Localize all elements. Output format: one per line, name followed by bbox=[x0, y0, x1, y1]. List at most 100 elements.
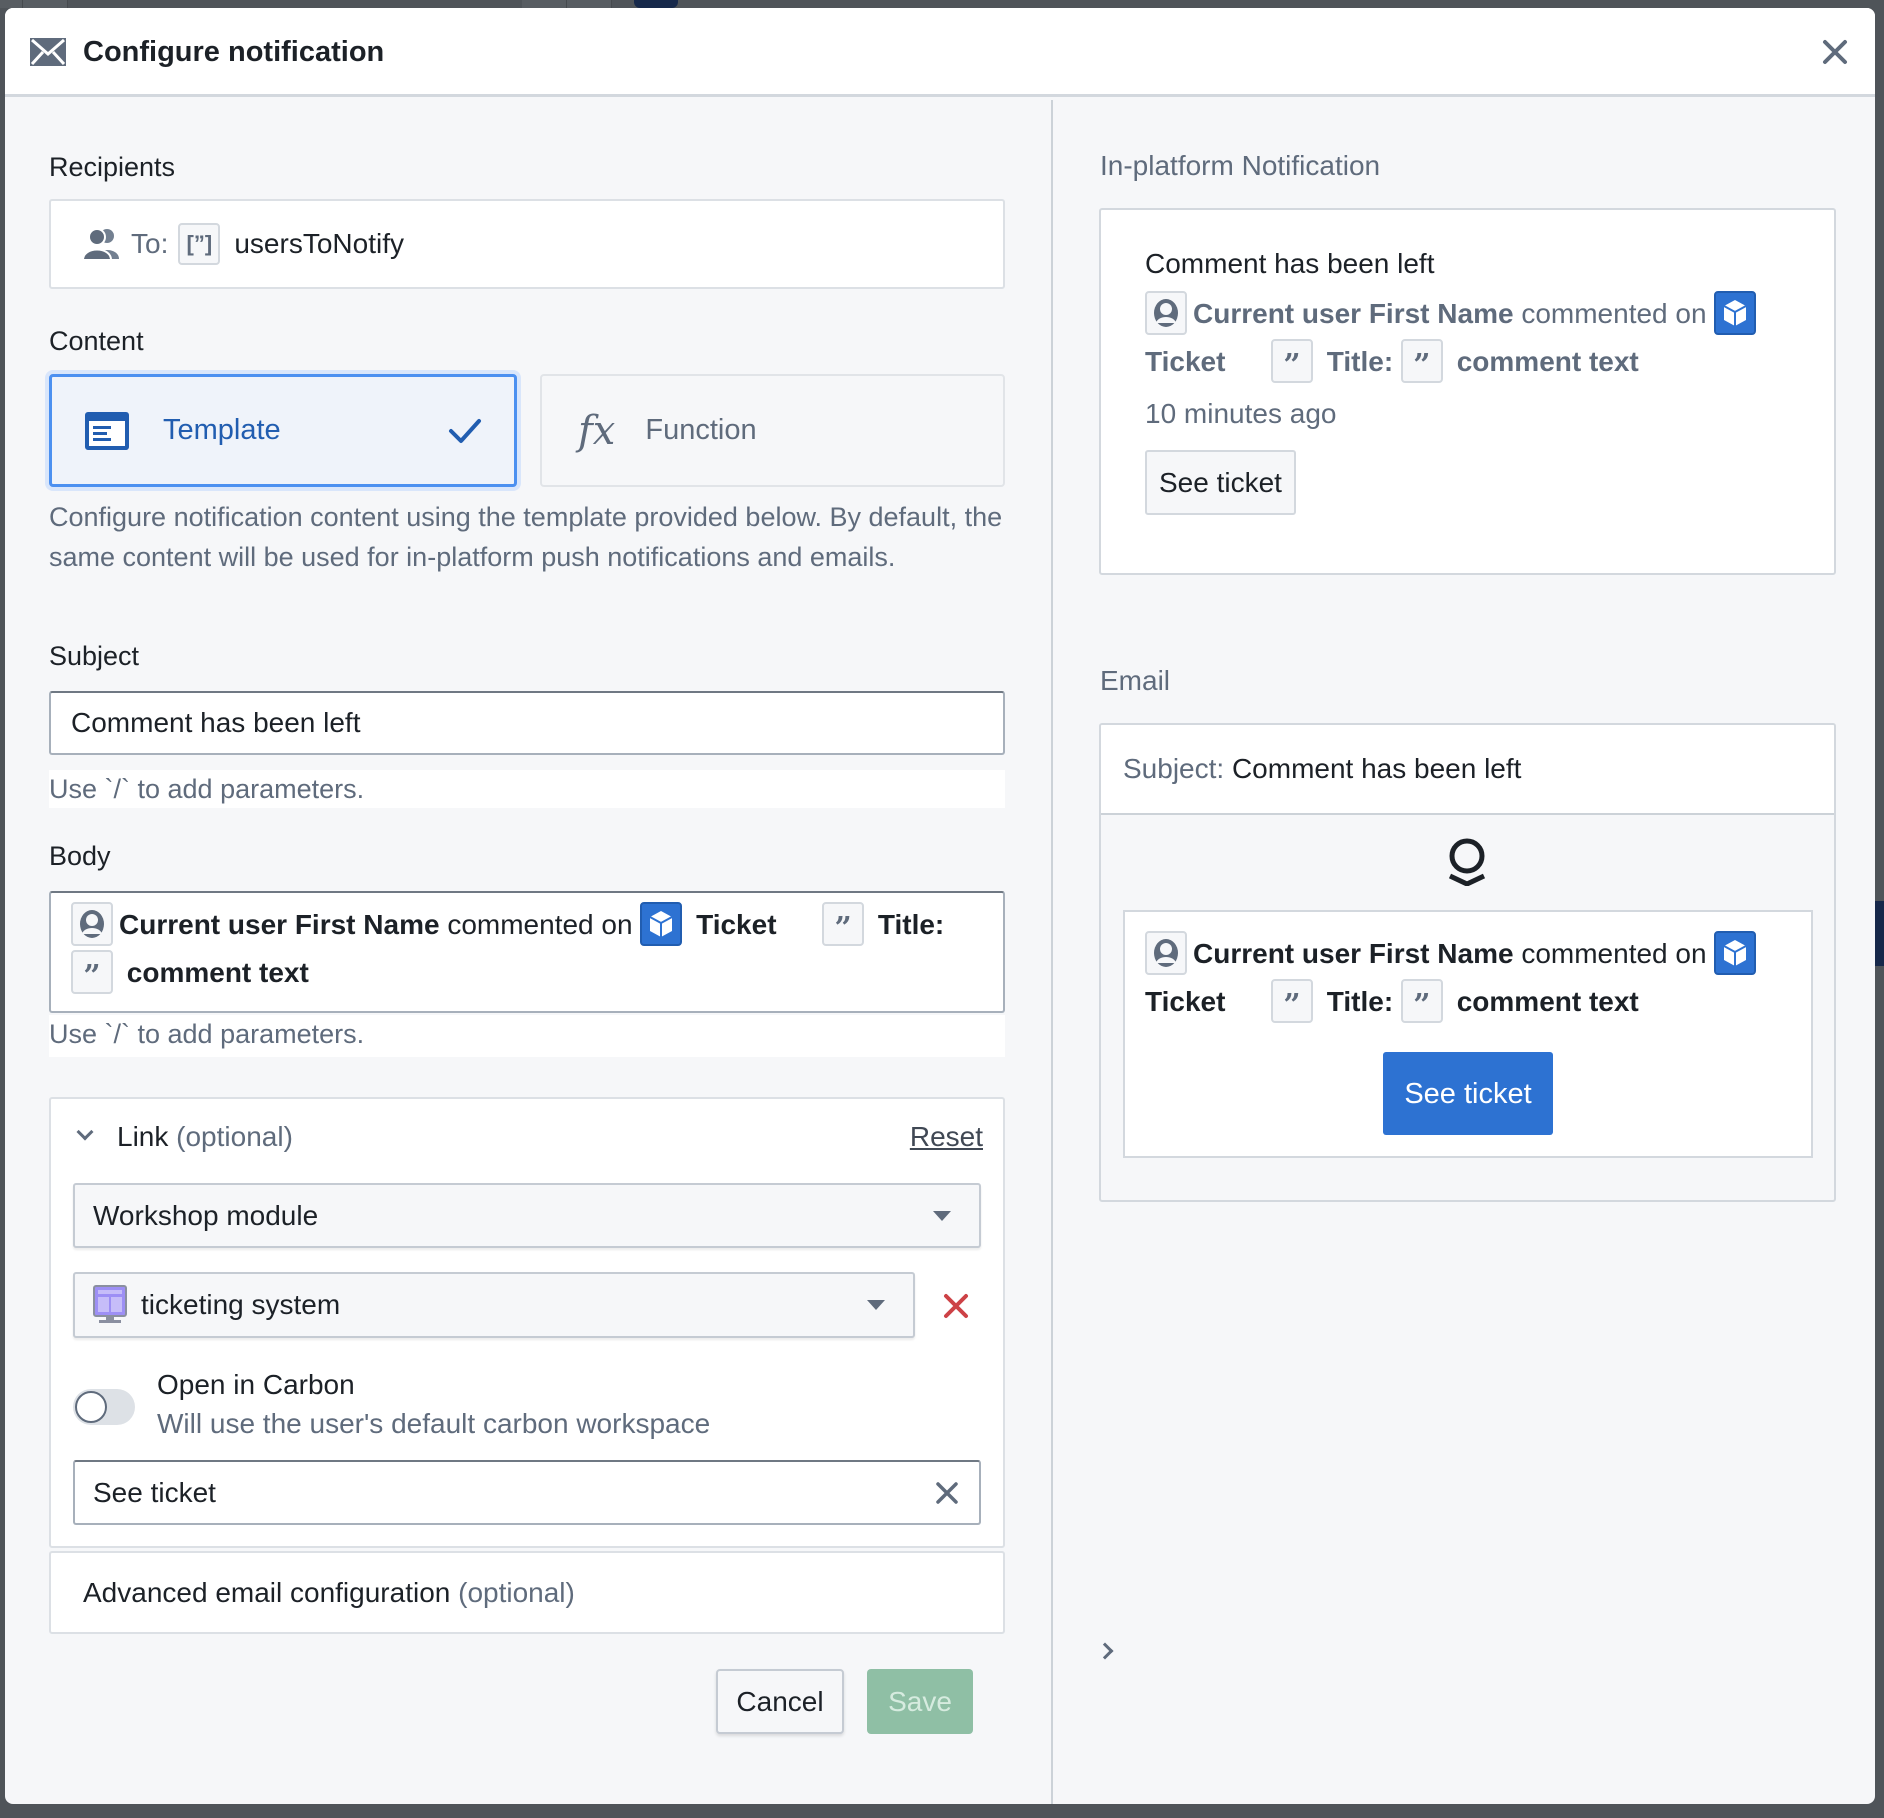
body-commented-on: commented on bbox=[447, 909, 633, 940]
preview-panel: In-platform Notification Comment has bee… bbox=[1053, 100, 1875, 1804]
email-subject-label: Subject: bbox=[1123, 753, 1225, 784]
preview-body: Current user First Name commented on Tic… bbox=[1145, 290, 1790, 386]
link-label: Link bbox=[117, 1121, 169, 1152]
quote-icon: ” bbox=[1400, 978, 1443, 1023]
background-active-tab bbox=[634, 0, 678, 8]
cube-icon bbox=[1714, 290, 1757, 335]
remove-module-icon[interactable] bbox=[943, 1293, 969, 1319]
background-tab bbox=[567, 0, 612, 8]
email-comment-token: comment text bbox=[1456, 986, 1639, 1017]
preview-user-token: Current user First Name bbox=[1193, 298, 1514, 329]
email-subject-row: Subject: Comment has been left bbox=[1101, 725, 1834, 815]
email-user-token: Current user First Name bbox=[1193, 938, 1514, 969]
quote-icon: ” bbox=[71, 949, 113, 994]
configure-notification-dialog: Configure notification Recipients To: [”… bbox=[5, 8, 1875, 1804]
background-tab bbox=[522, 0, 567, 8]
preview-comment-token: comment text bbox=[1456, 346, 1639, 377]
email-preview: Subject: Comment has been left Current u… bbox=[1099, 723, 1836, 1202]
quote-icon: ” bbox=[822, 901, 865, 946]
in-platform-label: In-platform Notification bbox=[1100, 150, 1381, 181]
content-label: Content bbox=[49, 326, 144, 356]
caret-down-icon bbox=[933, 1210, 951, 1221]
body-hint: Use `/` to add parameters. bbox=[49, 1015, 1005, 1057]
background-accent bbox=[1875, 901, 1884, 966]
subject-input[interactable]: Comment has been left bbox=[49, 691, 1005, 755]
body-user-token: Current user First Name bbox=[119, 909, 440, 940]
save-button[interactable]: Save bbox=[867, 1669, 973, 1734]
chevron-down-icon[interactable] bbox=[76, 1123, 94, 1141]
reset-link[interactable]: Reset bbox=[910, 1121, 983, 1153]
link-type-value: Workshop module bbox=[93, 1199, 319, 1231]
cancel-button[interactable]: Cancel bbox=[716, 1669, 844, 1734]
envelope-icon bbox=[30, 38, 66, 66]
link-section: Link (optional) Reset Workshop module ti… bbox=[49, 1097, 1005, 1548]
email-label: Email bbox=[1100, 665, 1171, 696]
advanced-label: Advanced email configuration bbox=[83, 1576, 451, 1608]
recipients-value: usersToNotify bbox=[234, 228, 404, 259]
config-panel: Recipients To: [”] usersToNotify Content bbox=[5, 100, 1114, 1804]
email-title-token: Title: bbox=[1326, 986, 1394, 1017]
email-subject-value: Comment has been left bbox=[1231, 753, 1522, 784]
close-icon[interactable] bbox=[1820, 37, 1850, 67]
to-label: To: bbox=[131, 228, 169, 259]
quote-icon: ” bbox=[1270, 978, 1313, 1023]
email-see-ticket-button[interactable]: See ticket bbox=[1383, 1052, 1553, 1135]
module-value: ticketing system bbox=[141, 1289, 341, 1320]
variable-icon: [”] bbox=[178, 223, 221, 265]
content-option-template[interactable]: Template bbox=[49, 374, 517, 487]
clear-icon[interactable] bbox=[935, 1481, 959, 1505]
workshop-module-icon bbox=[93, 1285, 127, 1323]
subject-label: Subject bbox=[49, 641, 140, 671]
content-description: Configure notification content using the… bbox=[49, 502, 1003, 572]
check-icon bbox=[449, 418, 481, 443]
open-in-carbon-description: Will use the user's default carbon works… bbox=[157, 1408, 711, 1439]
recipients-label: Recipients bbox=[49, 152, 176, 182]
cube-icon bbox=[640, 901, 683, 946]
caret-down-icon bbox=[867, 1300, 885, 1310]
template-icon bbox=[85, 411, 129, 450]
function-label: Function bbox=[645, 414, 757, 446]
user-icon bbox=[71, 901, 113, 946]
advanced-optional: (optional) bbox=[458, 1576, 575, 1608]
body-label: Body bbox=[49, 841, 111, 871]
body-input[interactable]: Current user First Name commented on Tic… bbox=[49, 891, 1113, 1013]
cube-icon bbox=[1714, 930, 1757, 975]
people-icon bbox=[83, 228, 119, 261]
user-icon bbox=[1145, 290, 1187, 335]
in-platform-preview: Comment has been left Current user First… bbox=[1099, 208, 1836, 575]
email-commented-on: commented on bbox=[1521, 938, 1707, 969]
quote-icon: ” bbox=[1400, 338, 1443, 383]
advanced-email-section[interactable]: Advanced email configuration (optional) bbox=[49, 1551, 1114, 1660]
module-dropdown[interactable]: ticketing system bbox=[73, 1272, 915, 1338]
open-in-carbon-toggle[interactable] bbox=[73, 1389, 135, 1425]
content-option-function[interactable]: fx Function bbox=[540, 374, 1005, 487]
preview-subject: Comment has been left bbox=[1145, 248, 1435, 279]
user-icon bbox=[1145, 930, 1187, 975]
preview-title-token: Title: bbox=[1326, 346, 1394, 377]
link-optional: (optional) bbox=[176, 1121, 293, 1152]
dialog-title: Configure notification bbox=[83, 36, 385, 68]
body-object-token: Ticket bbox=[696, 909, 777, 940]
button-text-input[interactable]: See ticket bbox=[73, 1460, 981, 1525]
button-text-value: See ticket bbox=[93, 1476, 216, 1508]
recipients-field[interactable]: To: [”] usersToNotify bbox=[49, 199, 1114, 308]
email-object-token: Ticket bbox=[1145, 986, 1226, 1017]
fx-icon: fx bbox=[578, 407, 616, 454]
open-in-carbon-label: Open in Carbon bbox=[157, 1369, 355, 1400]
preview-object-token: Ticket bbox=[1145, 346, 1226, 377]
template-label: Template bbox=[163, 414, 281, 446]
preview-see-ticket-button[interactable]: See ticket bbox=[1145, 450, 1296, 515]
preview-timestamp: 10 minutes ago bbox=[1145, 398, 1337, 429]
body-title-token: Title: bbox=[877, 909, 945, 940]
dialog-header: Configure notification bbox=[5, 8, 1875, 97]
subject-hint: Use `/` to add parameters. bbox=[49, 770, 1005, 808]
body-comment-token: comment text bbox=[126, 957, 309, 988]
email-body: Current user First Name commented on Tic… bbox=[1123, 910, 1813, 1158]
background-tab bbox=[23, 0, 68, 8]
subject-value: Comment has been left bbox=[71, 707, 361, 738]
palantir-logo-icon bbox=[1448, 838, 1486, 886]
link-type-dropdown[interactable]: Workshop module bbox=[73, 1183, 981, 1248]
background-tab bbox=[0, 0, 23, 8]
quote-icon: ” bbox=[1270, 338, 1313, 383]
link-toggle[interactable]: Link (optional) bbox=[76, 1121, 293, 1153]
